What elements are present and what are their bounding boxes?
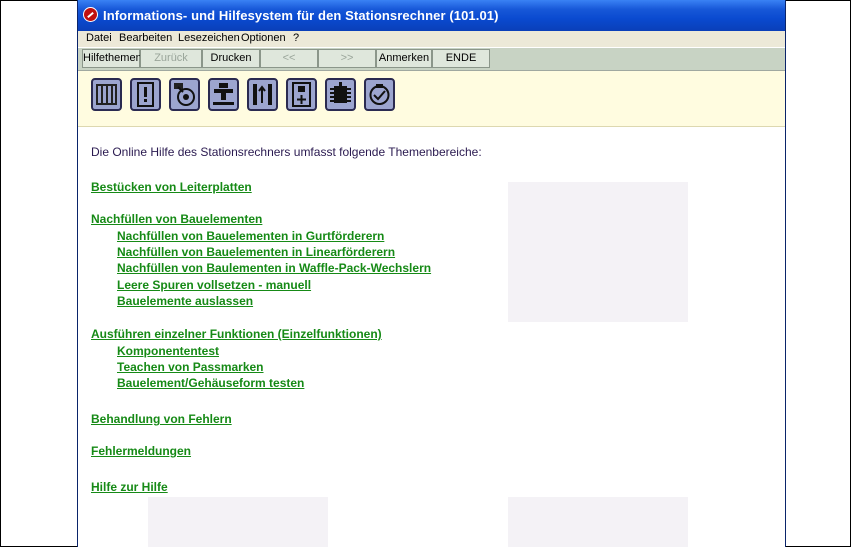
link-auslassen[interactable]: Bauelemente auslassen [117,294,253,308]
drucken-button[interactable]: Drucken [202,49,260,68]
menu-help[interactable]: ? [293,32,299,44]
title-bar[interactable]: Informations- und Hilfesystem für den St… [78,0,785,31]
menu-bar: Datei Bearbeiten Lesezeichen Optionen ? [78,31,785,47]
hilfethemen-button[interactable]: Hilfethemen [82,49,142,68]
ende-button[interactable]: ENDE [432,49,490,68]
menu-optionen[interactable]: Optionen [241,32,286,44]
link-passmarken[interactable]: Teachen von Passmarken [117,360,264,374]
link-bestuecken[interactable]: Bestücken von Leiterplatten [91,180,252,194]
lift-icon[interactable] [247,78,278,111]
link-hilfe-zur-hilfe[interactable]: Hilfe zur Hilfe [91,480,168,494]
link-nachfuellen-gurt[interactable]: Nachfüllen von Bauelementen in Gurtförde… [117,229,384,243]
link-leere-spuren[interactable]: Leere Spuren vollsetzen - manuell [117,278,311,292]
background-watermark [508,497,688,547]
intro-text: Die Online Hilfe des Stationsrechners um… [91,145,482,159]
warning-icon[interactable] [130,78,161,111]
menu-bearbeiten[interactable]: Bearbeiten [119,32,172,44]
app-icon [83,7,98,22]
button-bar: Hilfethemen Zurück Drucken << >> Anmerke… [78,48,785,71]
forward-button[interactable]: >> [318,49,376,68]
link-fehlerbehandlung[interactable]: Behandlung von Fehlern [91,412,232,426]
chip-icon[interactable] [325,78,356,111]
link-gehaeuseform[interactable]: Bauelement/Gehäuseform testen [117,376,304,390]
link-komponententest[interactable]: Komponententest [117,344,219,358]
link-nachfuellen[interactable]: Nachfüllen von Bauelementen [91,212,262,226]
cycle-icon[interactable] [364,78,395,111]
tape-reel-icon[interactable] [169,78,200,111]
icon-bar [78,71,785,127]
link-nachfuellen-linear[interactable]: Nachfüllen von Bauelementen in Linearför… [117,245,395,259]
nozzle-icon[interactable] [208,78,239,111]
menu-datei[interactable]: Datei [86,32,112,44]
background-watermark [508,182,688,322]
link-einzelfunktionen[interactable]: Ausführen einzelner Funktionen (Einzelfu… [91,327,382,341]
window-title: Informations- und Hilfesystem für den St… [103,8,499,23]
link-fehlermeldungen[interactable]: Fehlermeldungen [91,444,191,458]
feeder-icon[interactable] [91,78,122,111]
content-area: Die Online Hilfe des Stationsrechners um… [78,127,785,547]
background-watermark [148,497,328,547]
zurueck-button[interactable]: Zurück [140,49,202,68]
back-button[interactable]: << [260,49,318,68]
anmerken-button[interactable]: Anmerken [376,49,432,68]
help-window: Informations- und Hilfesystem für den St… [77,0,786,547]
menu-lesezeichen[interactable]: Lesezeichen [178,32,240,44]
component-add-icon[interactable] [286,78,317,111]
link-nachfuellen-waffle[interactable]: Nachfüllen von Baulementen in Waffle-Pac… [117,261,431,275]
